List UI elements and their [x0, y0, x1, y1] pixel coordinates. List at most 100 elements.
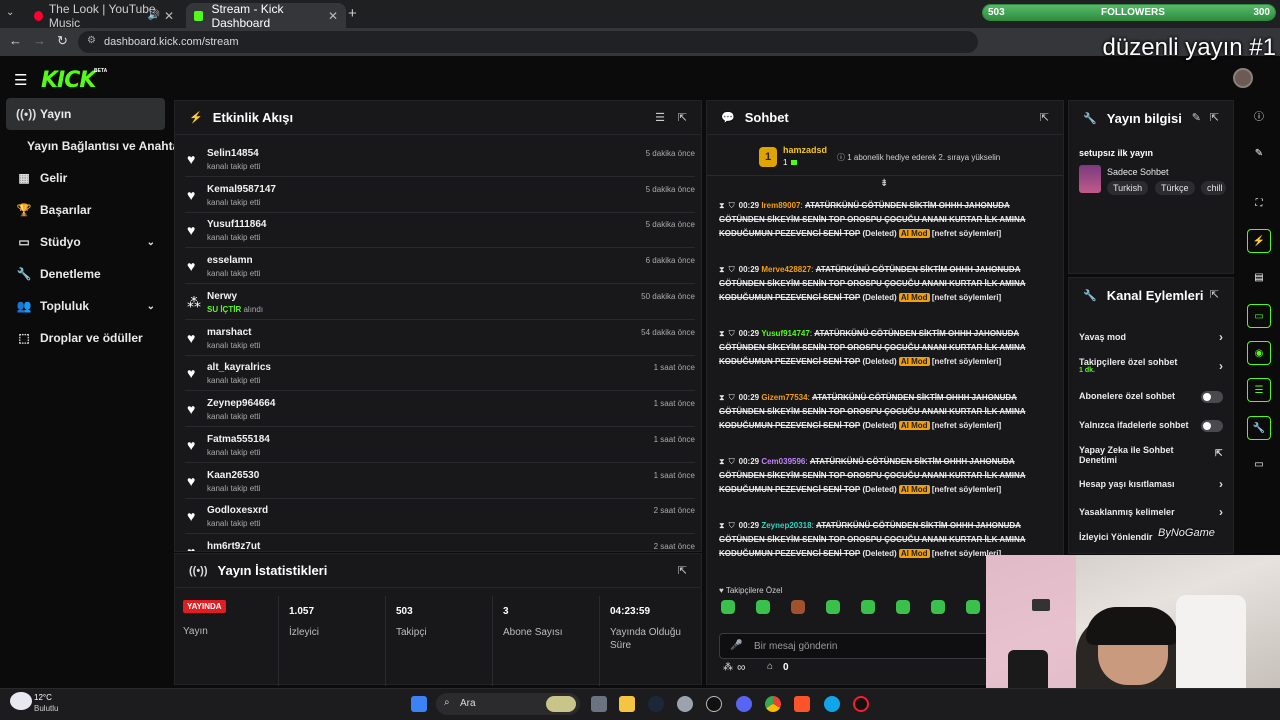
follower-name[interactable]: esselamn — [207, 255, 253, 266]
steam-icon[interactable] — [648, 696, 664, 712]
emote[interactable] — [791, 600, 805, 614]
popout-icon[interactable]: ⇱ — [1040, 111, 1049, 124]
weather-icon[interactable] — [10, 692, 32, 710]
stat-viewers: 1.057 İzleyici — [278, 596, 384, 686]
sidebar-item-gelir[interactable]: ▦ Gelir — [6, 162, 165, 194]
sidebar-item-yayin[interactable]: ((•)) Yayın — [6, 98, 165, 130]
menu-icon[interactable]: ☰ — [14, 71, 27, 89]
file-explorer-icon[interactable] — [619, 696, 635, 712]
points-icon[interactable]: ⁂ — [723, 662, 733, 673]
edit-icon[interactable]: ✎ — [1192, 111, 1201, 124]
layout-icon[interactable]: ☰ — [1247, 378, 1271, 402]
message-user[interactable]: Cem039596 — [761, 457, 805, 466]
store-icon[interactable]: ⌂ — [767, 661, 773, 672]
sidebar-item-stream-key[interactable]: Yayın Bağlantısı ve Anahtarı — [17, 130, 187, 162]
app-icon[interactable] — [706, 696, 722, 712]
sidebar-item-basarilar[interactable]: 🏆 Başarılar — [6, 194, 165, 226]
new-tab-icon[interactable]: + — [348, 5, 357, 22]
close-icon[interactable]: ✕ — [164, 9, 174, 23]
popout-icon[interactable]: ⇱ — [678, 111, 687, 124]
emotes-only-toggle[interactable] — [1201, 420, 1223, 432]
wrench-icon[interactable]: 🔧 — [1247, 416, 1271, 440]
sidebar-item-droplar[interactable]: ⬚ Droplar ve ödüller — [6, 322, 165, 354]
edit-icon[interactable]: ✎ — [1247, 142, 1271, 166]
follower-name[interactable]: Kaan26530 — [207, 470, 259, 481]
task-view-icon[interactable] — [591, 696, 607, 712]
message-user[interactable]: Irem89007 — [761, 201, 800, 210]
follower-name[interactable]: Yusuf111864 — [207, 219, 267, 230]
sidebar-item-denetleme[interactable]: 🔧 Denetleme — [6, 258, 165, 290]
follower-name[interactable]: marshact — [207, 327, 251, 338]
opera-icon[interactable] — [853, 696, 869, 712]
chat-bubble-icon[interactable]: ▭ — [1247, 304, 1271, 328]
follower-name[interactable]: Godloxesxrd — [207, 505, 268, 516]
brave-icon[interactable] — [794, 696, 810, 712]
taskbar-search[interactable]: ⌕ Ara — [436, 693, 580, 715]
follower-name[interactable]: Kemal9587147 — [207, 184, 276, 195]
tab-list-chevron-icon[interactable]: ⌄ — [6, 7, 14, 18]
emote[interactable] — [896, 600, 910, 614]
monitor-icon[interactable]: ▭ — [1247, 453, 1271, 477]
site-info-icon[interactable]: ⚙ — [87, 35, 96, 46]
tag-chip[interactable]: Turkish — [1107, 181, 1149, 195]
message-user[interactable]: Merve428827 — [761, 265, 811, 274]
tag-chip[interactable]: chill — [1201, 181, 1226, 195]
category-name[interactable]: Sadece Sohbet — [1107, 167, 1169, 177]
banned-words-row[interactable]: Yasaklanmış kelimeler › — [1079, 505, 1229, 519]
url-field[interactable]: ⚙ dashboard.kick.com/stream — [78, 31, 978, 53]
emote[interactable] — [756, 600, 770, 614]
avatar[interactable] — [1233, 68, 1253, 88]
subscribers-only-row[interactable]: Abonelere özel sohbet — [1079, 391, 1229, 403]
pinned-user[interactable]: hamzadsd — [783, 145, 827, 155]
slow-mode-row[interactable]: Yavaş mod › — [1079, 330, 1229, 344]
follower-name[interactable]: Selin14854 — [207, 148, 259, 159]
emote[interactable] — [931, 600, 945, 614]
followers-only-row[interactable]: Takipçilere özel sohbet 1 dk. › — [1079, 357, 1229, 374]
filter-icon[interactable]: ☰ — [655, 111, 665, 124]
mic-icon[interactable]: 🎤 — [730, 640, 742, 651]
notes-icon[interactable]: ▤ — [1247, 266, 1271, 290]
category-thumbnail[interactable] — [1079, 165, 1101, 193]
message-user[interactable]: Zeynep20318 — [761, 521, 811, 530]
popout-icon[interactable]: ⇱ — [1210, 111, 1219, 124]
popout-icon[interactable]: ⇱ — [1210, 288, 1219, 301]
fullscreen-icon[interactable]: ⛶ — [1247, 192, 1271, 216]
forward-icon[interactable]: → — [33, 33, 46, 48]
kick-logo[interactable]: KICK — [41, 68, 96, 93]
follower-name[interactable]: Nerwy — [207, 291, 237, 302]
sidebar-item-studyo[interactable]: ▭ Stüdyo ⌄ — [6, 226, 165, 258]
broadcast-icon[interactable]: ◉ — [1247, 341, 1271, 365]
app-icon[interactable] — [677, 696, 693, 712]
drops-icon: ⬚ — [18, 331, 30, 345]
emote[interactable] — [826, 600, 840, 614]
windows-start-icon[interactable] — [411, 696, 427, 712]
tab-kick-dashboard[interactable]: Stream - Kick Dashboard ✕ — [186, 2, 346, 30]
chrome-icon[interactable] — [765, 696, 781, 712]
popout-icon[interactable]: ⇱ — [678, 564, 687, 577]
ai-moderation-row[interactable]: Yapay Zeka ile Sohbet Denetimi ⇱ — [1079, 445, 1223, 465]
info-icon[interactable]: ⓘ — [1247, 106, 1271, 130]
heart-icon: ♥ — [187, 508, 196, 524]
bolt-icon[interactable]: ⚡ — [1247, 229, 1271, 253]
chat-scroll-icon[interactable]: ⇟ — [880, 178, 888, 189]
follower-name[interactable]: Fatma555184 — [207, 434, 270, 445]
subscribers-only-toggle[interactable] — [1201, 391, 1223, 403]
tag-chip[interactable]: Türkçe — [1155, 181, 1195, 195]
edge-icon[interactable] — [824, 696, 840, 712]
tab-youtube-music[interactable]: The Look | YouTube Music 🔊 ✕ — [26, 2, 182, 30]
follower-name[interactable]: hm6rt9z7ut — [207, 541, 260, 551]
follower-name[interactable]: Zeynep964664 — [207, 398, 275, 409]
message-user[interactable]: Yusuf914747 — [761, 329, 809, 338]
follower-name[interactable]: alt_kayralrics — [207, 362, 271, 373]
discord-icon[interactable] — [736, 696, 752, 712]
reload-icon[interactable]: ↻ — [57, 33, 68, 49]
emote[interactable] — [721, 600, 735, 614]
sidebar-item-topluluk[interactable]: 👥 Topluluk ⌄ — [6, 290, 165, 322]
message-user[interactable]: Gizem77534 — [761, 393, 807, 402]
close-icon[interactable]: ✕ — [328, 9, 338, 23]
emote[interactable] — [861, 600, 875, 614]
back-icon[interactable]: ← — [9, 33, 22, 48]
account-age-row[interactable]: Hesap yaşı kısıtlaması › — [1079, 477, 1229, 491]
emote[interactable] — [966, 600, 980, 614]
emotes-only-row[interactable]: Yalnızca ifadelerle sohbet — [1079, 420, 1229, 432]
